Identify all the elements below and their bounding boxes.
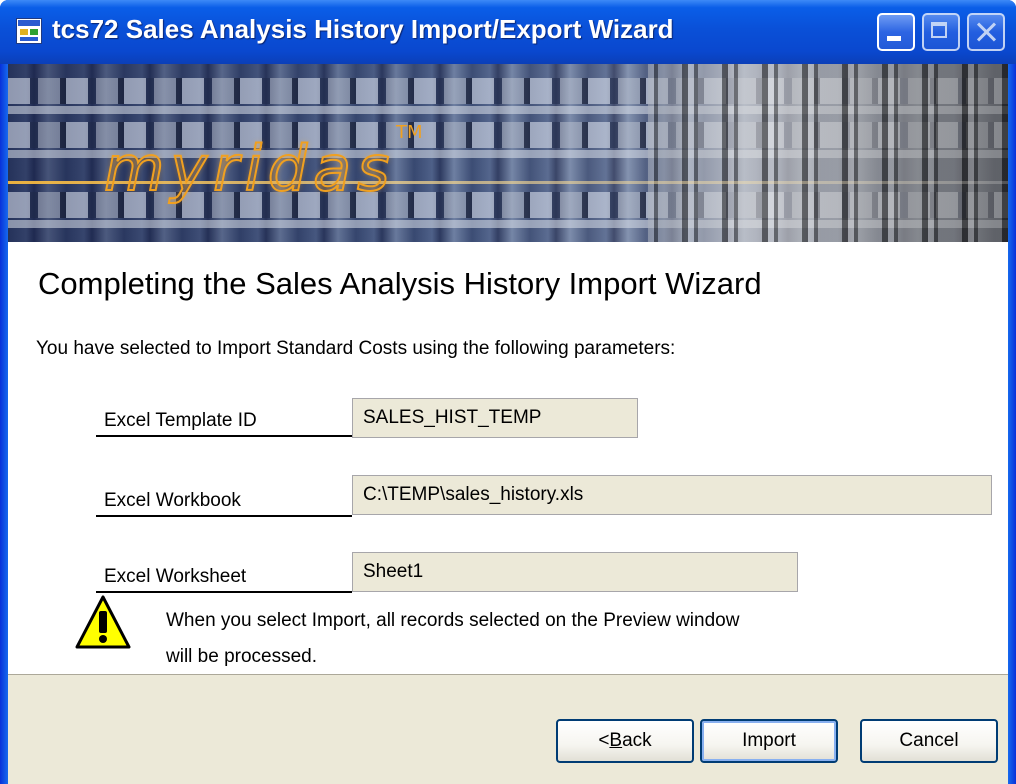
back-mnemonic: B xyxy=(609,730,623,751)
myridas-logo: myridas xyxy=(103,131,396,206)
template-id-label: Excel Template ID xyxy=(104,410,257,431)
workbook-field: C:\TEMP\sales_history.xls xyxy=(352,475,992,515)
page-title: Completing the Sales Analysis History Im… xyxy=(38,266,762,301)
warning-text-line1: When you select Import, all records sele… xyxy=(166,610,740,631)
title-bar[interactable]: tcs72 Sales Analysis History Import/Expo… xyxy=(0,0,1016,64)
worksheet-label: Excel Worksheet xyxy=(104,566,247,587)
window-frame-left xyxy=(0,64,8,784)
window-frame-right xyxy=(1008,64,1016,784)
worksheet-field: Sheet1 xyxy=(352,552,798,592)
wizard-window: tcs72 Sales Analysis History Import/Expo… xyxy=(0,0,1016,784)
back-button[interactable]: < Back xyxy=(556,719,694,763)
button-bar: < Back Import Cancel xyxy=(8,674,1008,784)
warning-icon xyxy=(75,595,131,649)
template-id-field: SALES_HIST_TEMP xyxy=(352,398,638,438)
header-banner: myridas TM xyxy=(8,64,1008,242)
template-id-underline xyxy=(96,435,352,437)
back-prefix: < xyxy=(598,730,610,751)
app-icon[interactable] xyxy=(16,18,42,44)
cancel-button[interactable]: Cancel xyxy=(860,719,998,763)
window-title: tcs72 Sales Analysis History Import/Expo… xyxy=(52,14,674,44)
workbook-label: Excel Workbook xyxy=(104,490,241,511)
workbook-underline xyxy=(96,515,352,517)
worksheet-underline xyxy=(96,591,352,593)
wizard-content: Completing the Sales Analysis History Im… xyxy=(8,242,1008,674)
maximize-button[interactable] xyxy=(922,13,960,51)
trademark-mark: TM xyxy=(396,122,423,143)
minimize-button[interactable] xyxy=(877,13,915,51)
intro-text: You have selected to Import Standard Cos… xyxy=(36,338,676,359)
close-button[interactable] xyxy=(967,13,1005,51)
warning-text-line2: will be processed. xyxy=(166,646,318,667)
import-button[interactable]: Import xyxy=(700,719,838,763)
back-label-rest: ack xyxy=(622,730,652,751)
